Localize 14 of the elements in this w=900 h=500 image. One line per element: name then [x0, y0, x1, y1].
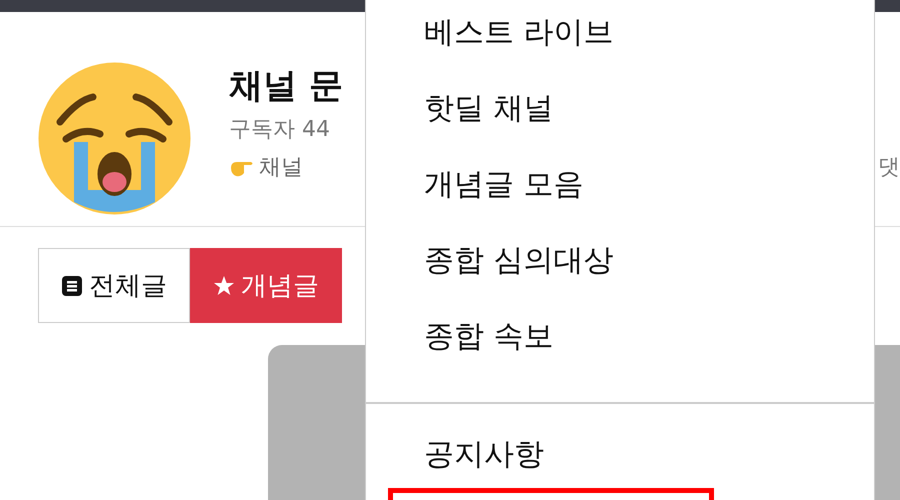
tab[interactable]: 개념글 [190, 248, 342, 323]
menu-item[interactable]: 종합 심의대상 [424, 241, 614, 281]
menu-item[interactable]: 공지사항 [424, 435, 544, 475]
subscriber-count: 구독자 44 [229, 116, 330, 144]
channel-description: 채널 [259, 154, 303, 182]
channel-title: 채널 문 [229, 65, 343, 108]
menu-item[interactable]: 핫딜 채널 [424, 89, 554, 129]
star-icon [213, 274, 235, 296]
menu-item[interactable]: 개념글 모음 [424, 165, 584, 205]
menu-item[interactable]: 종합 속보 [424, 317, 554, 357]
document-icon [61, 274, 83, 296]
comment-label: 댓 [878, 154, 900, 182]
menu-item[interactable]: 베스트 라이브 [424, 13, 614, 53]
tab[interactable]: 전체글 [38, 248, 190, 323]
